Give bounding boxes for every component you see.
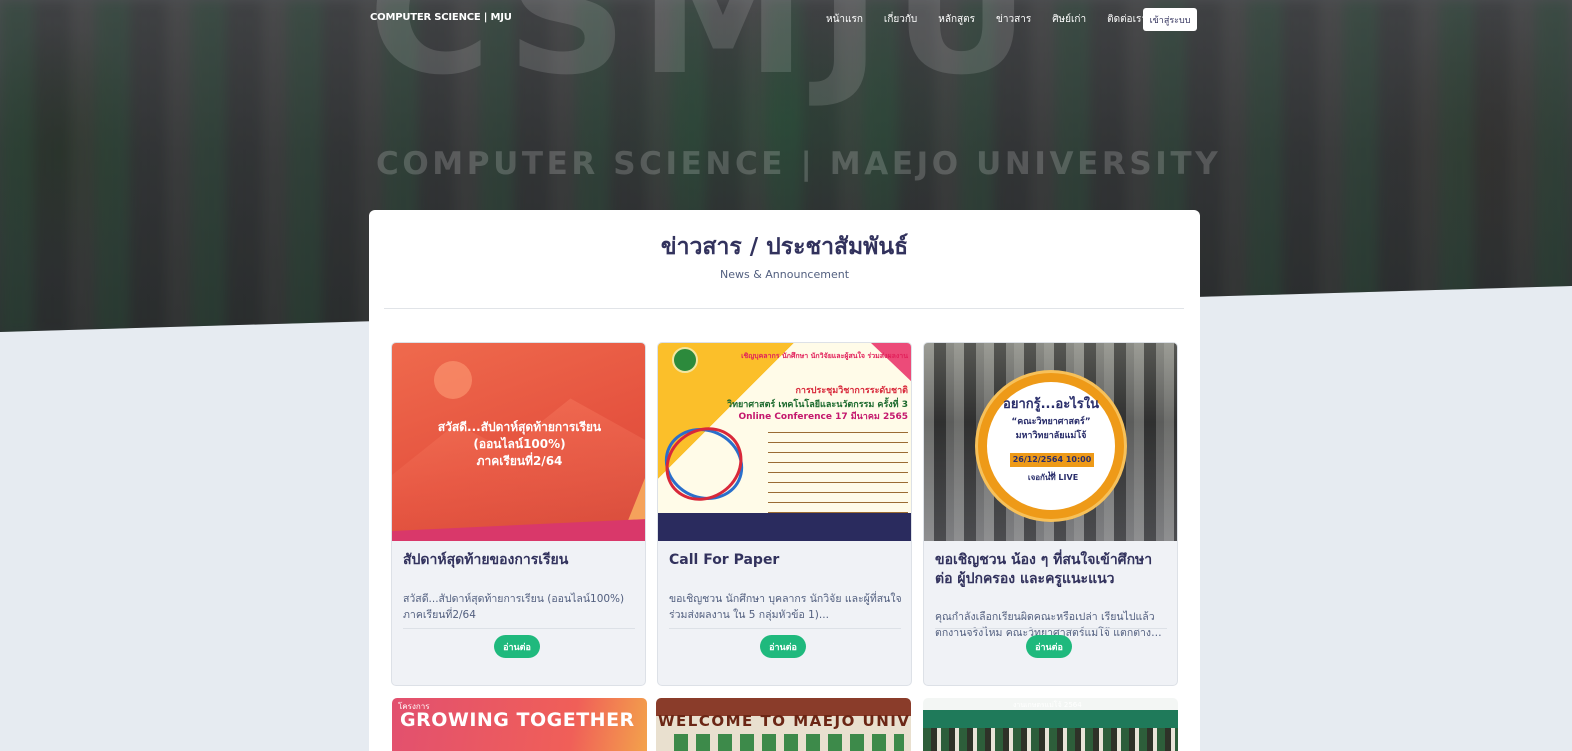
poster-label: งานเกษตรแม่โจ้ 2564	[1013, 701, 1082, 709]
poster-date: 26/12/2564 10:00 น.	[1010, 453, 1094, 478]
news-card-image[interactable]: งานเกษตรแม่โจ้ 2564	[923, 698, 1178, 751]
nav-contact[interactable]: ติดต่อเรา	[1107, 12, 1147, 27]
logo-strip	[674, 734, 904, 751]
section-divider	[384, 308, 1184, 309]
news-card-title[interactable]: ขอเชิญชวน น้อง ๆ ที่สนใจเข้าศึกษาต่อ ผู้…	[935, 551, 1169, 589]
card-divider	[669, 628, 901, 629]
poster-date: Online Conference 17 มีนาคม 2565	[738, 412, 908, 422]
read-more-button[interactable]: อ่านต่อ	[1026, 635, 1072, 658]
banner-text: WELCOME TO MAEJO UNIVERSITY	[658, 712, 911, 730]
news-card-description: สวัสดี...สัปดาห์สุดท้ายการเรียน (ออนไลน์…	[403, 593, 625, 621]
news-card[interactable]: สวัสดี...สัปดาห์สุดท้ายการเรียน (ออนไลน์…	[391, 342, 646, 686]
top-navbar: COMPUTER SCIENCE | MJU หน้าแรก เกี่ยวกับ…	[0, 0, 1572, 40]
news-card-title[interactable]: Call For Paper	[669, 551, 903, 570]
news-card-image[interactable]: สวัสดี...สัปดาห์สุดท้ายการเรียน (ออนไลน์…	[392, 343, 645, 541]
nav-news[interactable]: ข่าวสาร	[996, 12, 1031, 27]
poster-subheading: “คณะวิทยาศาสตร์” มหาวิทยาลัยแม่โจ้	[1011, 417, 1091, 441]
news-card-image[interactable]: อยากรู้...อะไรใน “คณะวิทยาศาสตร์” มหาวิท…	[924, 343, 1177, 541]
news-card[interactable]: อยากรู้...อะไรใน “คณะวิทยาศาสตร์” มหาวิท…	[923, 342, 1178, 686]
news-card-image[interactable]: โครงการ GROWING TOGETHER	[392, 698, 647, 751]
poster-invite-text: เชิญบุคลากร นักศึกษา นักวิจัยและผู้สนใจ …	[741, 352, 908, 360]
university-logo-icon	[672, 347, 698, 373]
nav-about[interactable]: เกี่ยวกับ	[884, 12, 917, 27]
nav-alumni[interactable]: ศิษย์เก่า	[1052, 12, 1086, 27]
poster-heading: GROWING TOGETHER	[400, 709, 635, 731]
poster-live: เจอกันที่ LIVE	[1027, 473, 1079, 482]
news-card[interactable]: เชิญบุคลากร นักศึกษา นักวิจัยและผู้สนใจ …	[657, 342, 912, 686]
card-divider	[935, 628, 1167, 629]
sun-graphic	[434, 361, 472, 399]
read-more-button[interactable]: อ่านต่อ	[760, 635, 806, 658]
schedule-lines	[768, 427, 908, 522]
brand-logo[interactable]: COMPUTER SCIENCE | MJU	[370, 12, 512, 23]
news-card-title[interactable]: สัปดาห์สุดท้ายของการเรียน	[403, 551, 637, 570]
section-title: ข่าวสาร / ประชาสัมพันธ์	[660, 234, 909, 260]
poster-heading: อยากรู้...อะไรใน	[1003, 397, 1099, 412]
news-card-description: ขอเชิญชวน นักศึกษา บุคลากร นักวิจัย และผ…	[669, 593, 902, 621]
main-menu: หน้าแรก เกี่ยวกับ หลักสูตร ข่าวสาร ศิษย์…	[826, 12, 1168, 27]
card-divider	[403, 628, 635, 629]
news-card-image[interactable]: WELCOME TO MAEJO UNIVERSITY	[656, 698, 911, 751]
image-caption: สวัสดี...สัปดาห์สุดท้ายการเรียน (ออนไลน์…	[437, 420, 602, 468]
nav-home[interactable]: หน้าแรก	[826, 12, 863, 27]
poster-footer	[658, 513, 911, 541]
hero-subtitle: COMPUTER SCIENCE | MAEJO UNIVERSITY	[376, 146, 1222, 182]
section-subtitle: News & Announcement	[719, 268, 850, 281]
poster-heading: การประชุมวิชาการระดับชาติ	[795, 386, 908, 396]
login-button[interactable]: เข้าสู่ระบบ	[1143, 8, 1197, 31]
news-card-image[interactable]: เชิญบุคลากร นักศึกษา นักวิจัยและผู้สนใจ …	[658, 343, 911, 541]
group-photo	[923, 728, 1178, 751]
read-more-button[interactable]: อ่านต่อ	[494, 635, 540, 658]
nav-curriculum[interactable]: หลักสูตร	[938, 12, 975, 27]
